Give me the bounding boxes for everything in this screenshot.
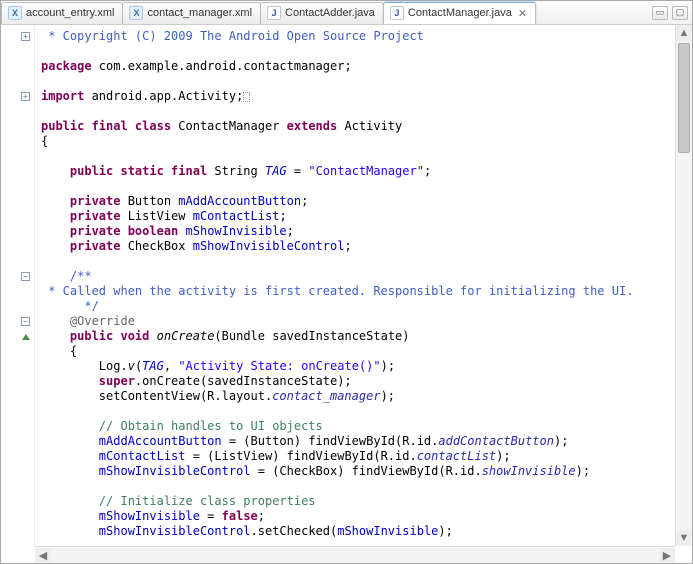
tab-contact-manager-xml[interactable]: Xcontact_manager.xml: [122, 2, 261, 24]
minimize-button[interactable]: ▭: [652, 6, 668, 20]
fold-expand-icon[interactable]: +: [21, 92, 30, 101]
tab-contact-manager-java[interactable]: J ContactManager.java ✕: [383, 2, 536, 24]
tab-contact-adder[interactable]: J ContactAdder.java: [260, 2, 384, 24]
close-icon[interactable]: ✕: [518, 7, 527, 20]
tab-label: ContactAdder.java: [285, 7, 375, 19]
tab-label: contact_manager.xml: [147, 7, 252, 19]
collapsed-indicator-icon: [243, 92, 250, 102]
override-marker-icon[interactable]: [22, 334, 30, 340]
fold-collapse-icon[interactable]: −: [21, 272, 30, 281]
tab-bar: Xaccount_entry.xml Xcontact_manager.xml …: [1, 1, 692, 25]
code-text: * Copyright (C) 2009 The Android Open So…: [41, 29, 424, 43]
tab-controls: ▭ ▢: [652, 6, 692, 20]
scroll-thumb[interactable]: [678, 43, 690, 153]
scroll-up-icon[interactable]: ▲: [676, 25, 692, 41]
tab-label: account_entry.xml: [26, 7, 114, 19]
maximize-button[interactable]: ▢: [672, 6, 688, 20]
fold-expand-icon[interactable]: +: [21, 32, 30, 41]
java-file-icon: J: [390, 6, 404, 20]
scroll-right-icon[interactable]: ▶: [659, 548, 675, 563]
scroll-left-icon[interactable]: ◀: [35, 548, 51, 563]
vertical-scrollbar[interactable]: ▲ ▼: [675, 25, 692, 546]
java-file-icon: J: [267, 6, 281, 20]
scroll-down-icon[interactable]: ▼: [676, 530, 692, 546]
horizontal-scrollbar[interactable]: ◀ ▶: [35, 546, 675, 563]
xml-file-icon: X: [8, 6, 22, 20]
gutter: + + − −: [1, 25, 35, 546]
code-editor[interactable]: * Copyright (C) 2009 The Android Open So…: [35, 25, 675, 546]
editor-area: + + − − * Copyright (C) 2009 The Android…: [1, 25, 692, 546]
fold-collapse-icon[interactable]: −: [21, 317, 30, 326]
tab-account-entry[interactable]: Xaccount_entry.xml: [1, 2, 123, 24]
xml-file-icon: X: [129, 6, 143, 20]
tab-label: ContactManager.java: [408, 7, 512, 19]
